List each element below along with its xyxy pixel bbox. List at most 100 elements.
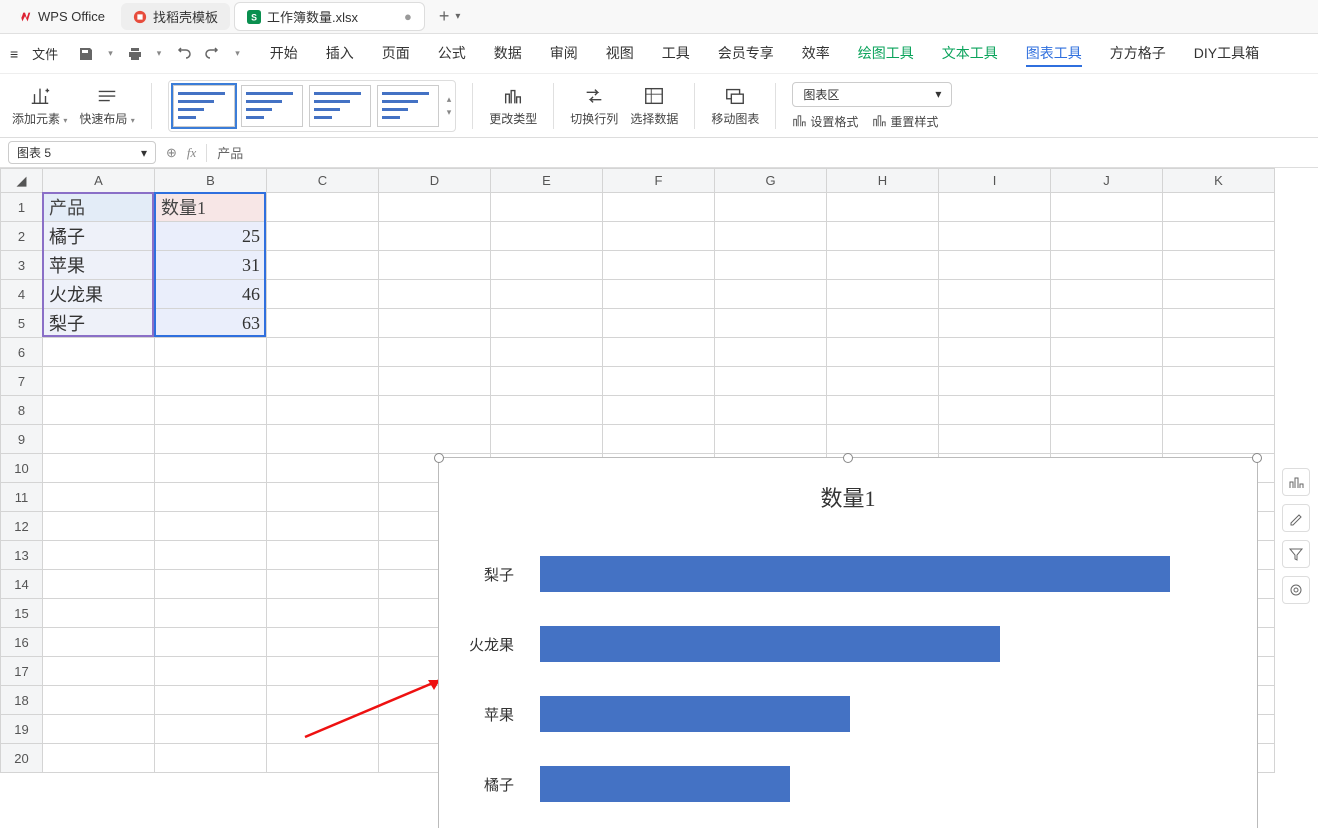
cell[interactable] [827,193,939,222]
row-header[interactable]: 10 [1,454,43,483]
file-menu[interactable]: 文件 [32,44,58,63]
cell[interactable] [1163,251,1275,280]
cell[interactable] [1163,396,1275,425]
row-header[interactable]: 5 [1,309,43,338]
tab-insert[interactable]: 插入 [326,41,354,67]
cell[interactable] [491,280,603,309]
row-header[interactable]: 14 [1,570,43,599]
redo-icon[interactable] [205,46,221,62]
col-header[interactable]: G [715,169,827,193]
set-format-button[interactable]: 设置格式 [792,113,858,130]
cell[interactable] [379,251,491,280]
cell[interactable] [267,541,379,570]
chart-style-thumb[interactable] [309,85,371,127]
col-header[interactable]: I [939,169,1051,193]
cell[interactable] [379,425,491,454]
tab-diy[interactable]: DIY工具箱 [1194,41,1259,67]
col-header[interactable]: C [267,169,379,193]
tab-drawing-tools[interactable]: 绘图工具 [858,41,914,67]
col-header[interactable]: A [43,169,155,193]
cell[interactable] [603,251,715,280]
cell[interactable] [715,280,827,309]
cell[interactable] [43,454,155,483]
cell[interactable] [155,599,267,628]
cell[interactable]: 梨子 [43,309,155,338]
tab-fangfang[interactable]: 方方格子 [1110,41,1166,67]
select-all-cell[interactable]: ◢ [1,169,43,193]
cell[interactable] [155,454,267,483]
cell[interactable] [43,599,155,628]
row-header[interactable]: 11 [1,483,43,512]
cell[interactable]: 橘子 [43,222,155,251]
cell[interactable] [491,309,603,338]
chart-elements-button[interactable] [1282,468,1310,496]
cell[interactable] [1163,309,1275,338]
cell[interactable] [155,483,267,512]
cell[interactable] [1051,251,1163,280]
cell[interactable] [267,222,379,251]
new-tab-button[interactable]: + [439,6,450,27]
zoom-icon[interactable]: ⊕ [166,145,177,161]
row-header[interactable]: 1 [1,193,43,222]
save-chevron-icon[interactable]: ▾ [108,48,113,59]
cell[interactable] [155,570,267,599]
spreadsheet-grid[interactable]: ◢ABCDEFGHIJK1产品数量12橘子253苹果314火龙果465梨子636… [0,168,1318,828]
switch-rowcol-button[interactable]: 切换行列 [570,85,618,127]
app-tab-wps[interactable]: WPS Office [6,5,117,28]
cell[interactable] [43,744,155,773]
col-header[interactable]: E [491,169,603,193]
chart-title[interactable]: 数量1 [450,481,1246,513]
cell[interactable] [1051,309,1163,338]
app-tab-doc[interactable]: S 工作簿数量.xlsx ● [234,2,425,31]
cell[interactable] [267,193,379,222]
move-chart-button[interactable]: 移动图表 [711,85,759,127]
cell[interactable] [43,628,155,657]
row-header[interactable]: 13 [1,541,43,570]
cell[interactable] [379,338,491,367]
cell[interactable] [267,744,379,773]
cell[interactable] [603,425,715,454]
cell[interactable] [603,309,715,338]
cell[interactable] [267,686,379,715]
cell[interactable] [1163,367,1275,396]
undo-icon[interactable] [175,46,191,62]
cell[interactable] [939,280,1051,309]
col-header[interactable]: D [379,169,491,193]
cell[interactable] [939,309,1051,338]
cell[interactable] [603,193,715,222]
cell[interactable] [715,367,827,396]
name-box[interactable]: 图表 5 ▾ [8,141,156,164]
cell[interactable] [1051,367,1163,396]
change-type-button[interactable]: 更改类型 [489,85,537,127]
row-header[interactable]: 20 [1,744,43,773]
cell[interactable] [603,367,715,396]
cell[interactable] [827,367,939,396]
gallery-scroll-handle[interactable]: ▴▾ [447,85,452,127]
cell[interactable] [267,338,379,367]
app-tab-template[interactable]: 找稻壳模板 [121,3,230,30]
cell[interactable] [267,454,379,483]
cell[interactable] [267,309,379,338]
tab-text-tools[interactable]: 文本工具 [942,41,998,67]
cell[interactable] [155,396,267,425]
cell[interactable] [1051,222,1163,251]
cell[interactable] [267,628,379,657]
resize-handle[interactable] [1252,453,1262,463]
cell[interactable] [827,396,939,425]
col-header[interactable]: K [1163,169,1275,193]
row-header[interactable]: 12 [1,512,43,541]
cell[interactable] [491,425,603,454]
row-header[interactable]: 9 [1,425,43,454]
row-header[interactable]: 15 [1,599,43,628]
cell[interactable] [491,396,603,425]
row-header[interactable]: 8 [1,396,43,425]
cell[interactable] [43,570,155,599]
cell[interactable] [43,367,155,396]
cell[interactable] [43,512,155,541]
chart-settings-button[interactable] [1282,576,1310,604]
col-header[interactable]: B [155,169,267,193]
cell[interactable] [43,396,155,425]
cell[interactable] [715,309,827,338]
cell[interactable] [43,425,155,454]
chart-object[interactable]: 数量1 梨子火龙果苹果橘子010203040506070 数量1 [438,457,1258,828]
